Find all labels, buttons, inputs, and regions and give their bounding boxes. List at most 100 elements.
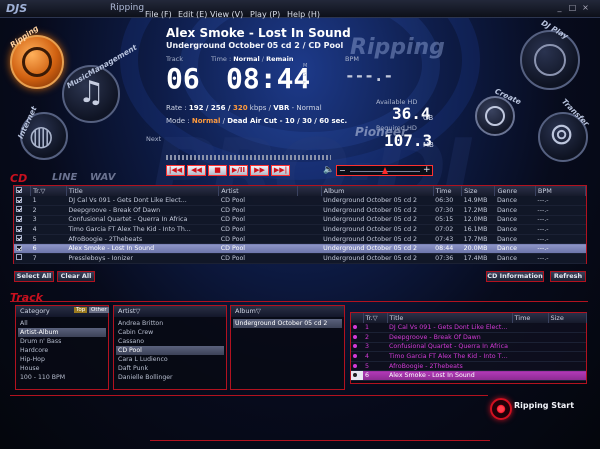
volume-thumb[interactable] (382, 167, 388, 174)
col-bpm[interactable]: BPM (535, 186, 587, 196)
col-title[interactable]: Title (66, 186, 220, 196)
fast-forward-button[interactable]: ▶▶ (250, 165, 269, 176)
check-cell[interactable] (14, 243, 31, 255)
list-item[interactable]: Hardcore (18, 346, 106, 355)
minimize-button[interactable]: _ (555, 3, 564, 12)
table-row[interactable]: 1 DJ Cal Vs 091 - Gets Dont Like Elect...… (14, 196, 586, 207)
list-item[interactable]: Daft Punk (116, 364, 224, 373)
track-checkbox[interactable] (16, 225, 22, 232)
col-check[interactable] (14, 186, 32, 196)
list-item[interactable]: Cassano (116, 337, 224, 346)
volume-slider[interactable]: − + (336, 165, 433, 176)
check-cell[interactable] (14, 224, 31, 235)
marker-cell (351, 351, 363, 362)
track-checkbox[interactable] (16, 215, 22, 222)
check-cell[interactable] (14, 205, 31, 216)
list-item[interactable]: Hip-Hop (18, 355, 106, 364)
track-checkbox[interactable] (16, 244, 22, 251)
spacer-cell (297, 224, 322, 235)
position-seek-bar[interactable] (166, 155, 331, 160)
source-wav-tab[interactable]: WAV (90, 172, 115, 183)
check-cell[interactable] (14, 234, 31, 245)
table-row[interactable]: 4 Timo Garcia FT Alex The Kid - Into Th..… (351, 351, 586, 362)
track-time-cell: 06:30 (433, 196, 462, 207)
check-cell[interactable] (14, 253, 31, 264)
track-checkbox[interactable] (16, 254, 22, 261)
list-item[interactable]: House (18, 364, 106, 373)
track-checkbox[interactable] (16, 206, 22, 213)
table-row[interactable]: 5 AfroBoogie - 2Thebeats (351, 361, 586, 372)
track-number-cell: 6 (363, 370, 387, 382)
track-time-cell (512, 342, 548, 353)
menu-play[interactable]: Play (P) (250, 10, 280, 19)
maximize-button[interactable]: □ (568, 3, 577, 12)
rewind-button[interactable]: ◀◀ (187, 165, 206, 176)
album-panel: Album▽ Underground October 05 cd 2 (230, 305, 345, 390)
cd-information-button[interactable]: CD Information (486, 271, 544, 282)
list-item[interactable]: Artist-Album (18, 328, 106, 337)
col-time[interactable]: Time (433, 186, 463, 196)
required-hd-unit: MB (423, 141, 434, 149)
category-top-tag[interactable]: Top (74, 307, 88, 313)
next-track-button[interactable]: ▶▶| (271, 165, 290, 176)
volume-plus-button[interactable]: + (423, 165, 431, 175)
table-row[interactable]: 3 Confusional Quartet - Querra In Africa (351, 342, 586, 353)
col-track[interactable]: Tr.▽ (30, 186, 67, 196)
list-item[interactable]: 100 - 110 BPM (18, 373, 106, 382)
menu-edit[interactable]: Edit (E) (178, 10, 207, 19)
table-row[interactable]: 2 Deepgroove - Break Of Dawn CD Pool Underg… (14, 205, 586, 216)
close-button[interactable]: × (581, 3, 590, 12)
list-item[interactable]: Danielle Bollinger (116, 373, 224, 382)
clear-all-button[interactable]: Clear All (57, 271, 95, 282)
menu-view[interactable]: View (V) (210, 10, 243, 19)
table-row[interactable]: 1 DJ Cal Vs 091 - Gets Dont Like Elect... (351, 323, 586, 334)
check-cell[interactable] (14, 196, 31, 207)
select-all-button[interactable]: Select All (14, 271, 54, 282)
table-row[interactable]: 3 Confusional Quartet - Querra In Africa C… (14, 215, 586, 226)
track-checkbox[interactable] (16, 196, 22, 203)
ripping-start-label[interactable]: Ripping Start (514, 401, 574, 410)
menu-file[interactable]: File (F) (145, 10, 172, 19)
source-line-tab[interactable]: LINE (52, 172, 77, 183)
col-track[interactable]: Tr.▽ (363, 313, 388, 323)
list-item[interactable]: CD Pool (116, 346, 224, 355)
list-item[interactable]: Cara L Ludienco (116, 355, 224, 364)
ripping-start-button[interactable] (490, 398, 512, 420)
table-row[interactable]: 6 Alex Smoke - Lost In Sound CD Pool Underg… (14, 243, 586, 255)
track-title-cell: DJ Cal Vs 091 - Gets Dont Like Elect... (387, 323, 512, 334)
volume-minus-button[interactable]: − (339, 166, 346, 175)
list-item[interactable]: Drum n' Bass (18, 337, 106, 346)
play-pause-button[interactable]: ▶/II (229, 165, 248, 176)
refresh-button[interactable]: Refresh (550, 271, 586, 282)
table-row[interactable]: 7 Pressleboys - Ionizer CD Pool Underground… (14, 253, 586, 264)
col-album[interactable]: Album (321, 186, 434, 196)
table-row[interactable]: 2 Deepgroove - Break Of Dawn (351, 332, 586, 343)
col-title[interactable]: Title (387, 313, 513, 323)
stop-button[interactable]: ■ (208, 165, 227, 176)
previous-track-button[interactable]: |◀◀ (166, 165, 185, 176)
source-cd-tab[interactable]: CD (10, 172, 27, 185)
table-row[interactable]: 4 Timo Garcia FT Alex The Kid - Into Th..… (14, 224, 586, 235)
track-size-cell (548, 342, 586, 353)
album-header[interactable]: Album▽ (231, 306, 344, 317)
col-size[interactable]: Size (548, 313, 587, 323)
col-genre[interactable]: Genre (494, 186, 536, 196)
menu-help[interactable]: Help (H) (287, 10, 320, 19)
list-item[interactable]: All (18, 319, 106, 328)
category-other-tag[interactable]: Other (89, 307, 109, 313)
track-section-title: Track (10, 291, 43, 304)
list-item[interactable]: Andrea Britton (116, 319, 224, 328)
bpm-label: BPM (345, 55, 359, 63)
list-item[interactable]: Cabin Crew (116, 328, 224, 337)
list-item[interactable]: Underground October 05 cd 2 (233, 319, 342, 328)
table-row[interactable]: 5 AfroBoogie - 2Thebeats CD Pool Undergroun… (14, 234, 586, 245)
table-row[interactable]: 6 Alex Smoke - Lost In Sound (351, 370, 586, 382)
check-all-checkbox[interactable] (16, 187, 22, 193)
artist-header[interactable]: Artist▽ (114, 306, 226, 317)
col-size[interactable]: Size (461, 186, 496, 196)
check-cell[interactable] (14, 215, 31, 226)
col-time[interactable]: Time (512, 313, 549, 323)
track-checkbox[interactable] (16, 235, 22, 242)
col-artist[interactable]: Artist (218, 186, 298, 196)
dj-play-nav-button[interactable] (520, 30, 580, 90)
